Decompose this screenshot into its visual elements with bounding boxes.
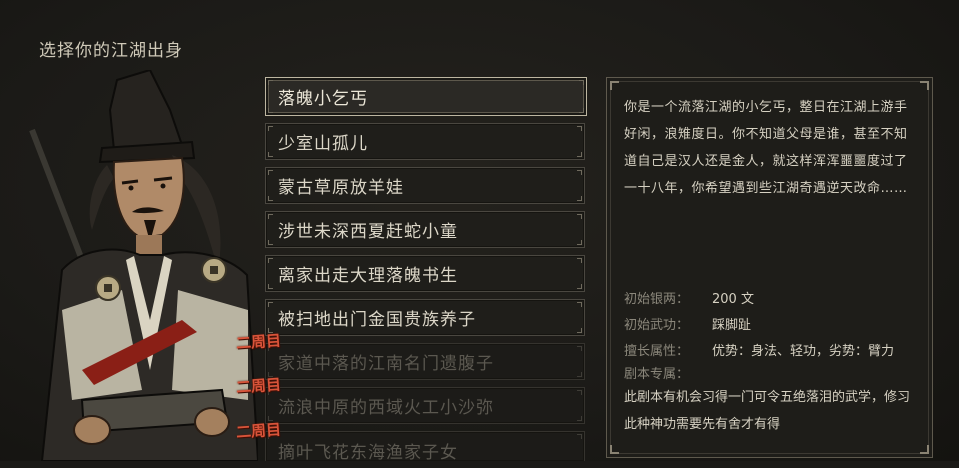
option-label: 离家出走大理落魄书生 xyxy=(278,266,458,286)
corner-ornament xyxy=(268,240,273,245)
origin-option-shaoshi-orphan[interactable]: 少室山孤儿 xyxy=(265,123,585,160)
panel-corner-ornament xyxy=(920,445,929,454)
option-label: 被扫地出门金国贵族养子 xyxy=(278,310,476,330)
stat-label: 初始武功： xyxy=(624,318,690,333)
stat-aptitude: 擅长属性： 优势：身法、轻功，劣势：臂力 xyxy=(624,340,894,359)
corner-ornament xyxy=(268,108,273,113)
origin-option-jiangnan-heir-locked[interactable]: 家道中落的江南名门遗腹子 xyxy=(265,343,585,380)
option-label: 流浪中原的西域火工小沙弥 xyxy=(278,398,494,418)
origin-option-list: 落魄小乞丐 少室山孤儿 蒙古草原放羊娃 涉世未深西夏赶蛇小童 离家出走大理落魄书… xyxy=(265,77,587,468)
page-title: 选择你的江湖出身 xyxy=(39,41,183,61)
corner-ornament xyxy=(268,80,273,85)
corner-ornament xyxy=(268,170,273,175)
corner-ornament xyxy=(268,302,273,307)
origin-option-mongol-shepherd[interactable]: 蒙古草原放羊娃 xyxy=(265,167,585,204)
second-playthrough-badge: 二周目 xyxy=(235,375,282,397)
panel-corner-ornament xyxy=(920,81,929,90)
stat-label: 擅长属性： xyxy=(624,344,690,359)
panel-corner-ornament xyxy=(610,81,619,90)
corner-ornament xyxy=(577,240,582,245)
panel-corner-ornament xyxy=(610,445,619,454)
option-label: 涉世未深西夏赶蛇小童 xyxy=(278,222,458,242)
origin-option-western-monk-locked[interactable]: 流浪中原的西域火工小沙弥 xyxy=(265,387,585,424)
option-label: 落魄小乞丐 xyxy=(278,89,368,109)
corner-ornament xyxy=(577,302,582,307)
corner-ornament xyxy=(268,284,273,289)
origin-description-text: 你是一个流落江湖的小乞丐，整日在江湖上游手好闲，浪雉度日。你不知道父母是谁，甚至… xyxy=(624,100,908,196)
corner-ornament xyxy=(577,284,582,289)
corner-ornament xyxy=(268,152,273,157)
origin-option-dali-scholar[interactable]: 离家出走大理落魄书生 xyxy=(265,255,585,292)
origin-option-beggar[interactable]: 落魄小乞丐 xyxy=(265,77,587,116)
origin-option-xixia-snake-boy[interactable]: 涉世未深西夏赶蛇小童 xyxy=(265,211,585,248)
corner-ornament xyxy=(577,434,582,439)
stat-value: 优势：身法、轻功，劣势：臂力 xyxy=(712,344,895,359)
option-label: 蒙古草原放羊娃 xyxy=(278,178,404,198)
exclusive-text: 此剧本有机会习得一门可令五绝落泪的武学，修习此种神功需要先有舍才有得 xyxy=(624,390,911,432)
corner-ornament xyxy=(577,346,582,351)
corner-ornament xyxy=(268,214,273,219)
corner-ornament xyxy=(577,170,582,175)
option-label: 家道中落的江南名门遗腹子 xyxy=(278,354,494,374)
origin-select-screen: 选择你的江湖出身 落魄小乞丐 少室山孤儿 蒙古草原放羊娃 涉世未深西夏赶蛇小童 … xyxy=(0,0,959,461)
origin-description-panel: 你是一个流落江湖的小乞丐，整日在江湖上游手好闲，浪雉度日。你不知道父母是谁，甚至… xyxy=(606,77,933,458)
corner-ornament xyxy=(577,258,582,263)
origin-option-jin-noble-adoptee[interactable]: 被扫地出门金国贵族养子 xyxy=(265,299,585,336)
corner-ornament xyxy=(268,196,273,201)
corner-ornament xyxy=(579,108,584,113)
second-playthrough-badge: 二周目 xyxy=(235,331,282,353)
corner-ornament xyxy=(577,152,582,157)
corner-ornament xyxy=(268,258,273,263)
character-portrait xyxy=(29,70,258,461)
corner-ornament xyxy=(577,372,582,377)
corner-ornament xyxy=(579,80,584,85)
stat-starting-skill: 初始武功： 踩脚趾 xyxy=(624,314,751,333)
second-playthrough-badge: 二周目 xyxy=(235,420,282,442)
corner-ornament xyxy=(577,214,582,219)
corner-ornament xyxy=(268,126,273,131)
stat-value: 踩脚趾 xyxy=(712,318,752,333)
exclusive-label: 剧本专属： xyxy=(624,367,690,382)
option-label: 少室山孤儿 xyxy=(278,134,368,154)
corner-ornament xyxy=(577,390,582,395)
stat-label: 初始银两： xyxy=(624,292,690,307)
origin-option-donghai-fisher-locked[interactable]: 摘叶飞花东海渔家子女 xyxy=(265,431,585,461)
stat-value: 200 文 xyxy=(712,292,754,307)
corner-ornament xyxy=(577,126,582,131)
option-label: 摘叶飞花东海渔家子女 xyxy=(278,443,458,461)
stat-starting-silver: 初始银两： 200 文 xyxy=(624,288,754,307)
corner-ornament xyxy=(577,196,582,201)
corner-ornament xyxy=(577,416,582,421)
corner-ornament xyxy=(577,328,582,333)
